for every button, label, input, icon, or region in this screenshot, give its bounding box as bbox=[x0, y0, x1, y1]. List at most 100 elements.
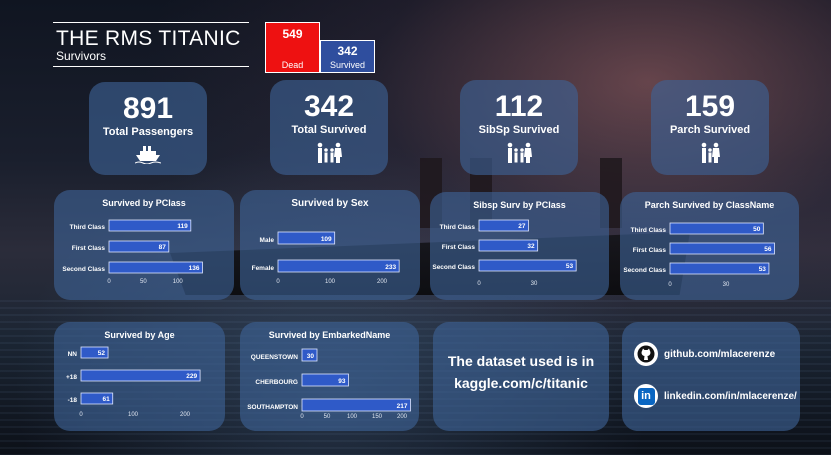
kpi-sibsp-survived[interactable]: 112 SibSp Survived bbox=[460, 80, 578, 175]
data-label: 136 bbox=[189, 265, 200, 272]
kpi-value: 159 bbox=[684, 90, 736, 123]
family-icon bbox=[507, 142, 532, 163]
kpi-label: SibSp Survived bbox=[478, 124, 560, 136]
links-card: github.com/mlacerenze in linkedin.com/in… bbox=[622, 322, 800, 431]
chart-card-sibsp: Sibsp Surv by PClass Third Class 27 First … bbox=[430, 192, 609, 300]
category-label: First Class bbox=[72, 245, 106, 252]
kpi-value: 891 bbox=[122, 92, 174, 125]
data-label: 52 bbox=[98, 350, 106, 357]
kpi-total-survived[interactable]: 342 Total Survived bbox=[270, 80, 388, 175]
data-label: 109 bbox=[321, 236, 332, 243]
data-label: 56 bbox=[764, 246, 772, 253]
survived-count: 342 bbox=[337, 44, 358, 58]
tick-label: 100 bbox=[128, 412, 139, 418]
category-label: CHERBOURG bbox=[255, 379, 298, 386]
category-label: SOUTHAMPTON bbox=[247, 404, 298, 411]
chart-card-sex: Survived by Sex Male 109 Female 233 0 100 200 bbox=[240, 190, 420, 300]
linkedin-link-text: linkedin.com/in/mlacerenze/ bbox=[664, 390, 797, 402]
dataset-info-link[interactable]: kaggle.com/c/titanic bbox=[433, 372, 609, 394]
tick-label: 100 bbox=[325, 279, 336, 285]
title-rule-top bbox=[53, 22, 249, 23]
chart-card-age: Survived by Age NN 52 +18 229 -18 61 0 100 200 bbox=[54, 322, 225, 431]
chart-pclass: Third Class 119 First Class 87 Second Class 1… bbox=[62, 219, 203, 285]
dead-count: 549 bbox=[282, 27, 303, 41]
data-label: 53 bbox=[759, 266, 767, 273]
data-label: 27 bbox=[518, 223, 526, 230]
tick-label: 100 bbox=[173, 279, 184, 285]
survived-tile[interactable]: 342 Survived bbox=[320, 40, 375, 73]
kpi-label: Total Survived bbox=[291, 124, 367, 136]
tick-label: 50 bbox=[324, 414, 331, 420]
data-label: 32 bbox=[527, 243, 535, 250]
data-label: 233 bbox=[385, 264, 396, 271]
tick-label: 0 bbox=[107, 279, 111, 285]
dead-tile[interactable]: 549 Dead bbox=[265, 22, 320, 73]
tick-label: 200 bbox=[377, 279, 388, 285]
kpi-parch-survived[interactable]: 159 Parch Survived bbox=[651, 80, 769, 175]
kpi-label: Total Passengers bbox=[102, 126, 194, 138]
category-label: Third Class bbox=[70, 224, 106, 231]
chart-card-parch: Parch Survived by ClassName Third Class 5… bbox=[620, 192, 799, 300]
bar[interactable] bbox=[669, 262, 770, 275]
linkedin-icon: in bbox=[634, 384, 658, 408]
kpi-label: Parch Survived bbox=[669, 124, 751, 136]
page-subtitle: Survivors bbox=[56, 49, 107, 63]
category-label: Second Class bbox=[432, 264, 475, 271]
title-block: THE RMS TITANIC Survivors bbox=[53, 22, 249, 67]
category-label: First Class bbox=[633, 247, 667, 254]
tick-label: 200 bbox=[180, 412, 191, 418]
ship-icon bbox=[135, 146, 161, 164]
bar[interactable] bbox=[301, 398, 411, 412]
dead-label: Dead bbox=[281, 60, 304, 70]
category-label: QUEENSTOWN bbox=[251, 354, 298, 361]
survived-label: Survived bbox=[329, 60, 365, 70]
category-label: NN bbox=[68, 351, 78, 358]
data-label: 53 bbox=[566, 263, 574, 270]
tick-label: 100 bbox=[347, 414, 358, 420]
linkedin-link[interactable]: in linkedin.com/in/mlacerenze/ bbox=[634, 384, 797, 408]
tick-label: 200 bbox=[397, 414, 408, 420]
dataset-info-text: The dataset used is in kaggle.com/c/tita… bbox=[433, 350, 609, 394]
bar[interactable] bbox=[478, 259, 577, 272]
bar[interactable] bbox=[277, 259, 400, 273]
chart-age: NN 52 +18 229 -18 61 0 100 200 bbox=[66, 346, 201, 418]
chart-card-embarked: Survived by EmbarkedName QUEENSTOWN 30 CHE… bbox=[240, 322, 419, 431]
kpi-value: 112 bbox=[494, 90, 544, 123]
tick-label: 30 bbox=[723, 282, 730, 288]
category-label: Second Class bbox=[62, 266, 105, 273]
category-label: Female bbox=[252, 265, 275, 272]
linkedin-badge: in bbox=[637, 387, 655, 405]
tick-label: 0 bbox=[668, 282, 672, 288]
page-title: THE RMS TITANIC bbox=[56, 27, 241, 50]
data-label: 229 bbox=[186, 373, 197, 380]
data-label: 217 bbox=[397, 403, 408, 410]
bar[interactable] bbox=[669, 222, 764, 235]
data-label: 30 bbox=[307, 353, 315, 360]
tick-label: 0 bbox=[79, 412, 83, 418]
data-label: 93 bbox=[338, 378, 346, 385]
category-label: Third Class bbox=[440, 224, 476, 231]
category-label: Third Class bbox=[631, 227, 667, 234]
tick-label: 0 bbox=[477, 281, 481, 287]
data-label: 61 bbox=[102, 396, 110, 403]
tick-label: 0 bbox=[276, 279, 280, 285]
github-link[interactable]: github.com/mlacerenze bbox=[634, 342, 775, 366]
data-label: 119 bbox=[177, 223, 188, 230]
category-label: Second Class bbox=[623, 267, 666, 274]
tick-label: 30 bbox=[531, 281, 538, 287]
bar[interactable] bbox=[80, 369, 201, 382]
title-rule-bottom bbox=[53, 66, 249, 67]
family-icon bbox=[317, 142, 342, 163]
kpi-total-passengers[interactable]: 891 Total Passengers bbox=[89, 82, 207, 175]
tick-label: 150 bbox=[372, 414, 383, 420]
data-label: 87 bbox=[159, 244, 167, 251]
data-label: 50 bbox=[753, 226, 761, 233]
category-label: -18 bbox=[68, 397, 78, 404]
category-label: First Class bbox=[442, 244, 476, 251]
category-label: Male bbox=[260, 237, 275, 244]
bar[interactable] bbox=[669, 242, 775, 255]
dataset-info-line1: The dataset used is in bbox=[447, 353, 595, 369]
family-icon bbox=[701, 142, 720, 163]
github-link-text: github.com/mlacerenze bbox=[664, 348, 776, 360]
chart-embarked: QUEENSTOWN 30 CHERBOURG 93 SOUTHAMPTON 217 0 50… bbox=[247, 348, 411, 420]
